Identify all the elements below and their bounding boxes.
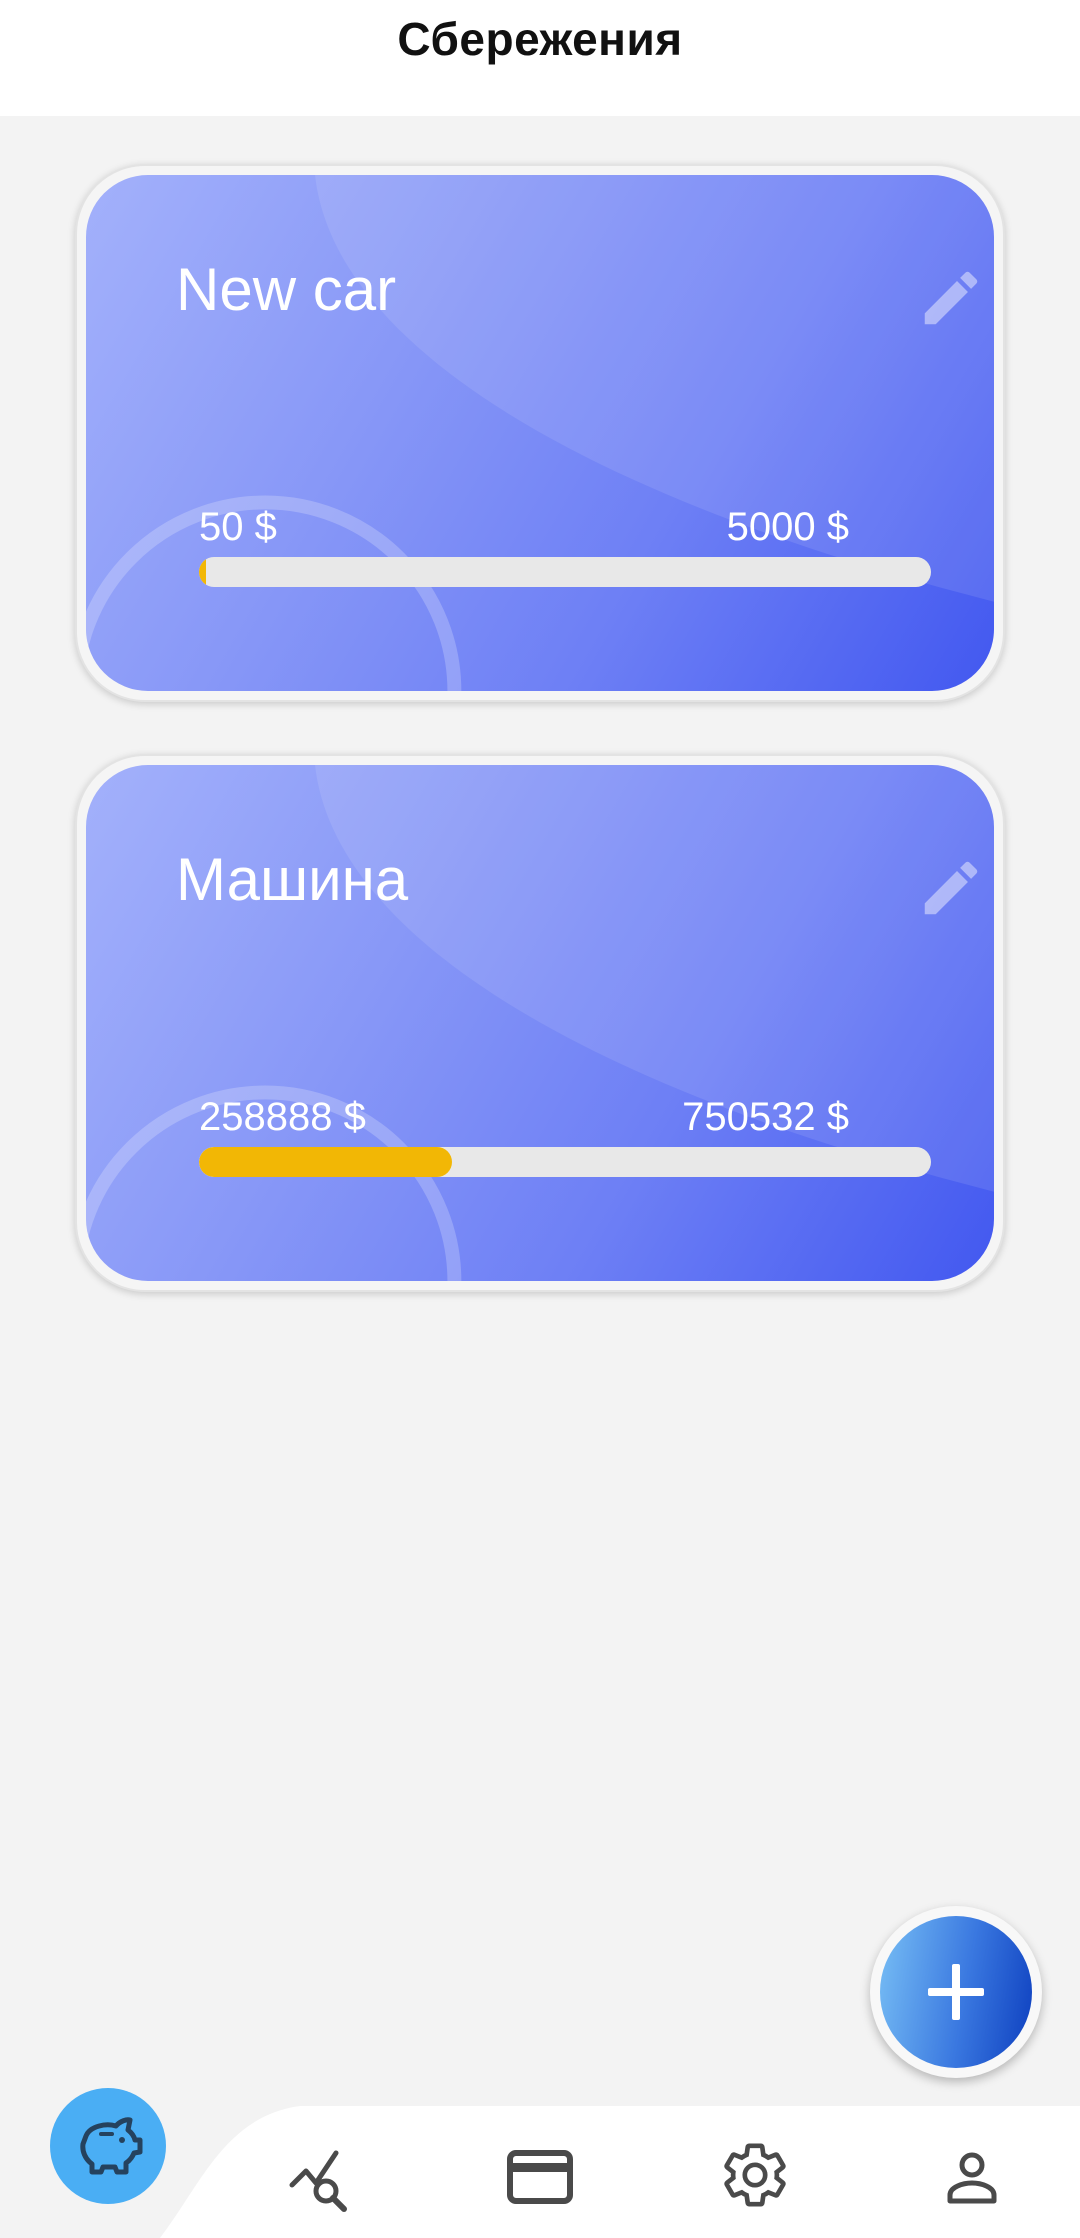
goal-card[interactable]: Машина 258888 $ 750532 $ xyxy=(75,754,1005,1292)
nav-item-cards[interactable] xyxy=(505,2143,575,2213)
savings-list: New car 50 $ 5000 $ Машина 258888 $ 7505… xyxy=(0,116,1080,2106)
page-title: Сбережения xyxy=(397,13,683,65)
goal-card-body: Машина 258888 $ 750532 $ xyxy=(86,765,994,1281)
saved-amount: 258888 $ xyxy=(199,1095,366,1139)
person-icon xyxy=(947,2152,997,2204)
nav-item-profile[interactable] xyxy=(937,2143,1007,2213)
pencil-icon xyxy=(924,861,978,915)
app-header: Сбережения xyxy=(0,0,1080,116)
goal-title: New car xyxy=(176,256,397,323)
goal-card[interactable]: New car 50 $ 5000 $ xyxy=(75,164,1005,702)
edit-goal-button[interactable] xyxy=(916,263,986,333)
plus-icon xyxy=(928,1964,984,2020)
card-decoration xyxy=(86,175,994,691)
add-goal-button-face xyxy=(880,1916,1032,2068)
card-decoration xyxy=(86,765,994,1281)
goal-progress-fill xyxy=(199,1147,452,1177)
chart-search-icon xyxy=(289,2150,347,2212)
credit-card-icon xyxy=(507,2150,573,2204)
target-amount: 5000 $ xyxy=(726,505,849,549)
goal-progress-fill xyxy=(199,557,207,587)
goal-card-body: New car 50 $ 5000 $ xyxy=(86,175,994,691)
add-goal-button[interactable] xyxy=(870,1906,1042,2078)
edit-goal-button[interactable] xyxy=(916,853,986,923)
goal-progress-bar xyxy=(199,1147,931,1177)
piggy-bank-icon xyxy=(80,2117,143,2175)
nav-item-analytics[interactable] xyxy=(288,2147,358,2217)
goal-title: Машина xyxy=(176,846,409,913)
goal-progress-bar xyxy=(199,557,931,587)
target-amount: 750532 $ xyxy=(682,1095,849,1139)
nav-item-settings[interactable] xyxy=(720,2140,790,2210)
gear-icon xyxy=(724,2143,786,2207)
saved-amount: 50 $ xyxy=(199,505,277,549)
nav-item-savings[interactable] xyxy=(50,2088,166,2204)
pencil-icon xyxy=(924,271,978,325)
